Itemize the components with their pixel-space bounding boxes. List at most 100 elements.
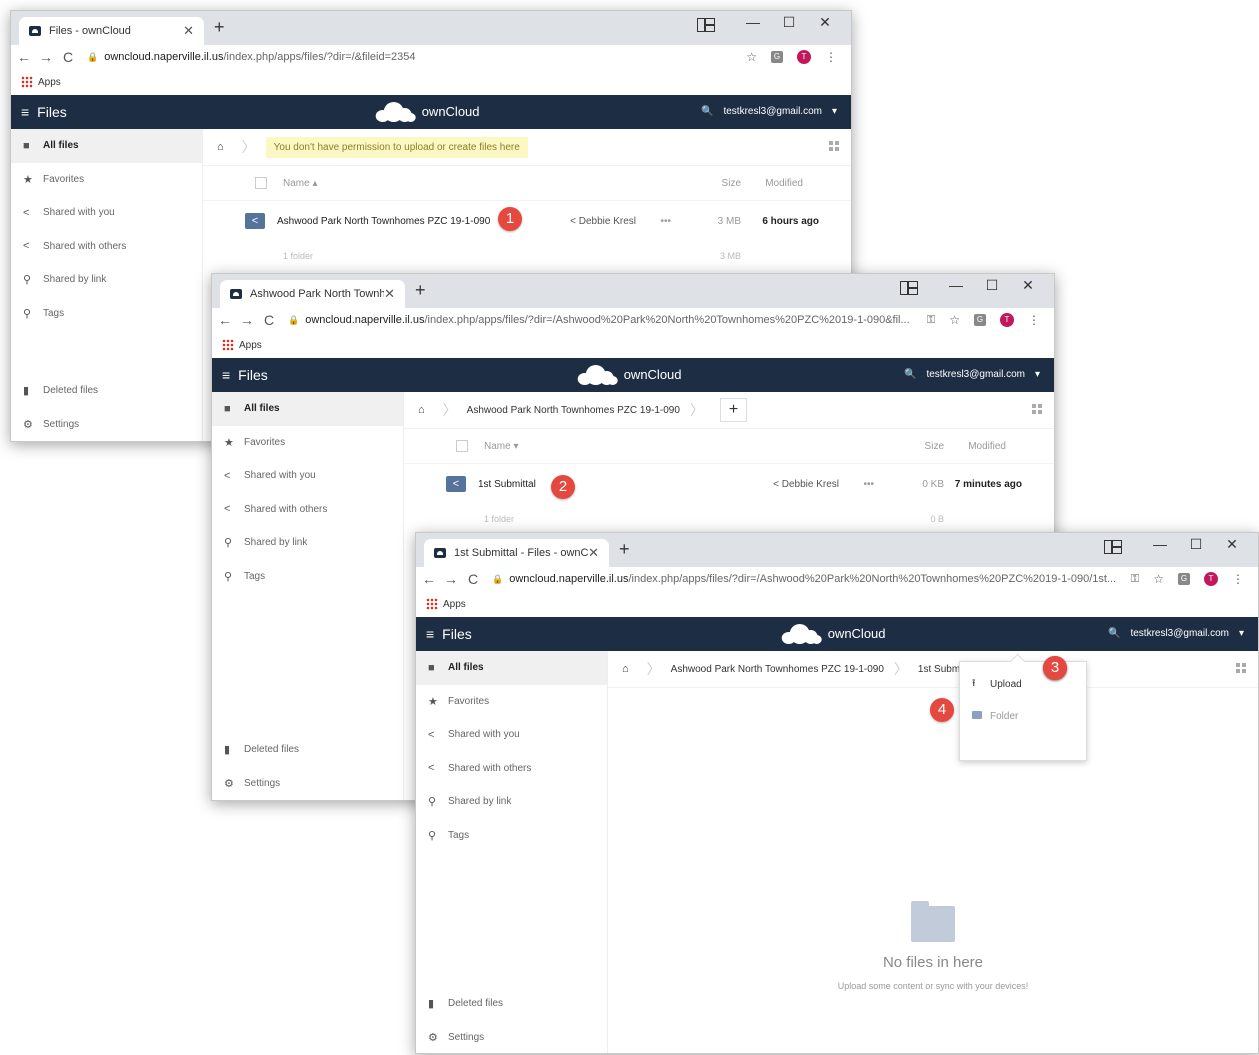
new-tab-button[interactable]: +: [415, 280, 426, 301]
breadcrumb-item[interactable]: Ashwood Park North Townhomes PZC 19-1-09…: [671, 664, 884, 675]
sidebar-item-deleted-files[interactable]: ▮ Deleted files: [212, 733, 403, 767]
forward-icon[interactable]: →: [442, 571, 460, 587]
profile-avatar[interactable]: T: [1204, 572, 1218, 586]
sidebar-item-all-files[interactable]: ■ All files: [416, 651, 607, 685]
bookmark-apps[interactable]: Apps: [38, 77, 61, 88]
app-menu[interactable]: ≡ Files: [21, 104, 67, 120]
column-size[interactable]: Size: [925, 441, 944, 452]
close-window-button[interactable]: ✕: [1214, 536, 1250, 554]
minimize-button[interactable]: —: [938, 277, 974, 295]
browser-tab[interactable]: Files - ownCloud ✕: [19, 17, 204, 45]
browser-tab[interactable]: 1st Submittal - Files - ownCloud ✕: [424, 539, 609, 567]
back-icon[interactable]: ←: [216, 312, 234, 328]
menu-kebab-icon[interactable]: ⋮: [1232, 572, 1244, 586]
back-icon[interactable]: ←: [420, 571, 438, 587]
file-name[interactable]: 1st Submittal: [478, 479, 536, 490]
table-row[interactable]: < 1st Submittal < Debbie Kresl ••• 0 KB …: [404, 463, 1054, 504]
sidebar-item-settings[interactable]: ⚙ Settings: [212, 767, 403, 801]
menu-item-folder[interactable]: Folder: [960, 700, 1086, 732]
search-icon[interactable]: 🔍: [1108, 628, 1120, 639]
extension-icon[interactable]: G: [771, 51, 783, 63]
chevron-down-icon[interactable]: ▾: [1239, 628, 1244, 639]
more-actions-icon[interactable]: •••: [863, 479, 874, 490]
reload-icon[interactable]: C: [260, 312, 278, 328]
maximize-button[interactable]: ☐: [974, 277, 1010, 295]
home-icon[interactable]: ⌂: [217, 141, 224, 153]
share-indicator[interactable]: < Debbie Kresl: [570, 216, 636, 227]
menu-kebab-icon[interactable]: ⋮: [1028, 313, 1040, 327]
url-field[interactable]: 🔒 owncloud.naperville.il.us/index.php/ap…: [288, 314, 927, 326]
sidebar-item-shared-by-link[interactable]: ⚲ Shared by link: [11, 263, 202, 297]
sidebar-item-all-files[interactable]: ■ All files: [212, 392, 403, 426]
column-name[interactable]: Name ▾: [484, 441, 519, 452]
tab-layout-icon[interactable]: [697, 18, 715, 32]
key-icon[interactable]: ⚿: [1131, 573, 1139, 586]
sidebar-item-favorites[interactable]: ★ Favorites: [416, 685, 607, 719]
owncloud-logo[interactable]: ownCloud: [574, 361, 682, 387]
new-button[interactable]: +: [719, 398, 748, 422]
sidebar-item-shared-with-others[interactable]: < Shared with others: [11, 230, 202, 264]
sidebar-item-settings[interactable]: ⚙ Settings: [11, 408, 202, 442]
sidebar-item-shared-with-you[interactable]: < Shared with you: [416, 718, 607, 752]
menu-item-upload[interactable]: ⭱ Upload: [960, 668, 1086, 700]
grid-view-icon[interactable]: [1236, 663, 1246, 673]
grid-view-icon[interactable]: [1032, 404, 1042, 414]
search-icon[interactable]: 🔍: [904, 369, 916, 380]
sidebar-item-favorites[interactable]: ★ Favorites: [11, 163, 202, 197]
close-tab-icon[interactable]: ✕: [384, 286, 395, 302]
bookmark-star-icon[interactable]: ☆: [1153, 572, 1164, 586]
app-menu[interactable]: ≡ Files: [222, 367, 268, 383]
sidebar-item-tags[interactable]: ⚲ Tags: [212, 560, 403, 594]
close-tab-icon[interactable]: ✕: [183, 23, 194, 39]
minimize-button[interactable]: —: [735, 14, 771, 32]
reload-icon[interactable]: C: [464, 571, 482, 587]
close-tab-icon[interactable]: ✕: [588, 545, 599, 561]
breadcrumb-item[interactable]: Ashwood Park North Townhomes PZC 19-1-09…: [467, 405, 680, 416]
sidebar-item-settings[interactable]: ⚙ Settings: [416, 1021, 607, 1054]
new-tab-button[interactable]: +: [214, 17, 225, 38]
sidebar-item-shared-with-others[interactable]: < Shared with others: [212, 493, 403, 527]
owncloud-logo[interactable]: ownCloud: [778, 620, 886, 646]
user-menu[interactable]: testkresl3@gmail.com: [1130, 628, 1229, 639]
maximize-button[interactable]: ☐: [771, 14, 807, 32]
extension-icon[interactable]: G: [974, 314, 986, 326]
sidebar-item-tags[interactable]: ⚲ Tags: [416, 819, 607, 853]
select-all-checkbox[interactable]: [456, 440, 468, 452]
browser-tab[interactable]: Ashwood Park North Townhome ✕: [220, 280, 405, 308]
select-all-checkbox[interactable]: [255, 177, 267, 189]
url-field[interactable]: 🔒 owncloud.naperville.il.us/index.php/ap…: [492, 573, 1131, 585]
profile-avatar[interactable]: T: [797, 50, 811, 64]
bookmark-apps[interactable]: Apps: [443, 599, 466, 610]
column-modified[interactable]: Modified: [765, 178, 803, 189]
close-window-button[interactable]: ✕: [1010, 277, 1046, 295]
sidebar-item-tags[interactable]: ⚲ Tags: [11, 297, 202, 331]
minimize-button[interactable]: —: [1142, 536, 1178, 554]
more-actions-icon[interactable]: •••: [660, 216, 671, 227]
sidebar-item-all-files[interactable]: ■ All files: [11, 129, 202, 163]
user-menu[interactable]: testkresl3@gmail.com: [723, 106, 822, 117]
bookmark-star-icon[interactable]: ☆: [746, 50, 757, 64]
bookmark-star-icon[interactable]: ☆: [949, 313, 960, 327]
grid-view-icon[interactable]: [829, 141, 839, 151]
sidebar-item-shared-with-you[interactable]: < Shared with you: [212, 459, 403, 493]
close-window-button[interactable]: ✕: [807, 14, 843, 32]
key-icon[interactable]: ⚿: [927, 314, 935, 327]
column-size[interactable]: Size: [722, 178, 741, 189]
url-field[interactable]: 🔒 owncloud.naperville.il.us/index.php/ap…: [87, 51, 746, 63]
chevron-down-icon[interactable]: ▾: [832, 106, 837, 117]
search-icon[interactable]: 🔍: [701, 106, 713, 117]
table-row[interactable]: < Ashwood Park North Townhomes PZC 19-1-…: [203, 200, 851, 241]
forward-icon[interactable]: →: [238, 312, 256, 328]
sidebar-item-favorites[interactable]: ★ Favorites: [212, 426, 403, 460]
user-menu[interactable]: testkresl3@gmail.com: [926, 369, 1025, 380]
extension-icon[interactable]: G: [1178, 573, 1190, 585]
sidebar-item-shared-with-you[interactable]: < Shared with you: [11, 196, 202, 230]
column-modified[interactable]: Modified: [968, 441, 1006, 452]
sidebar-item-deleted-files[interactable]: ▮ Deleted files: [11, 374, 202, 408]
tab-layout-icon[interactable]: [1104, 540, 1122, 554]
column-name[interactable]: Name ▴: [283, 178, 318, 189]
owncloud-logo[interactable]: ownCloud: [372, 98, 480, 124]
bookmark-apps[interactable]: Apps: [239, 340, 262, 351]
file-name[interactable]: Ashwood Park North Townhomes PZC 19-1-09…: [277, 216, 490, 227]
maximize-button[interactable]: ☐: [1178, 536, 1214, 554]
